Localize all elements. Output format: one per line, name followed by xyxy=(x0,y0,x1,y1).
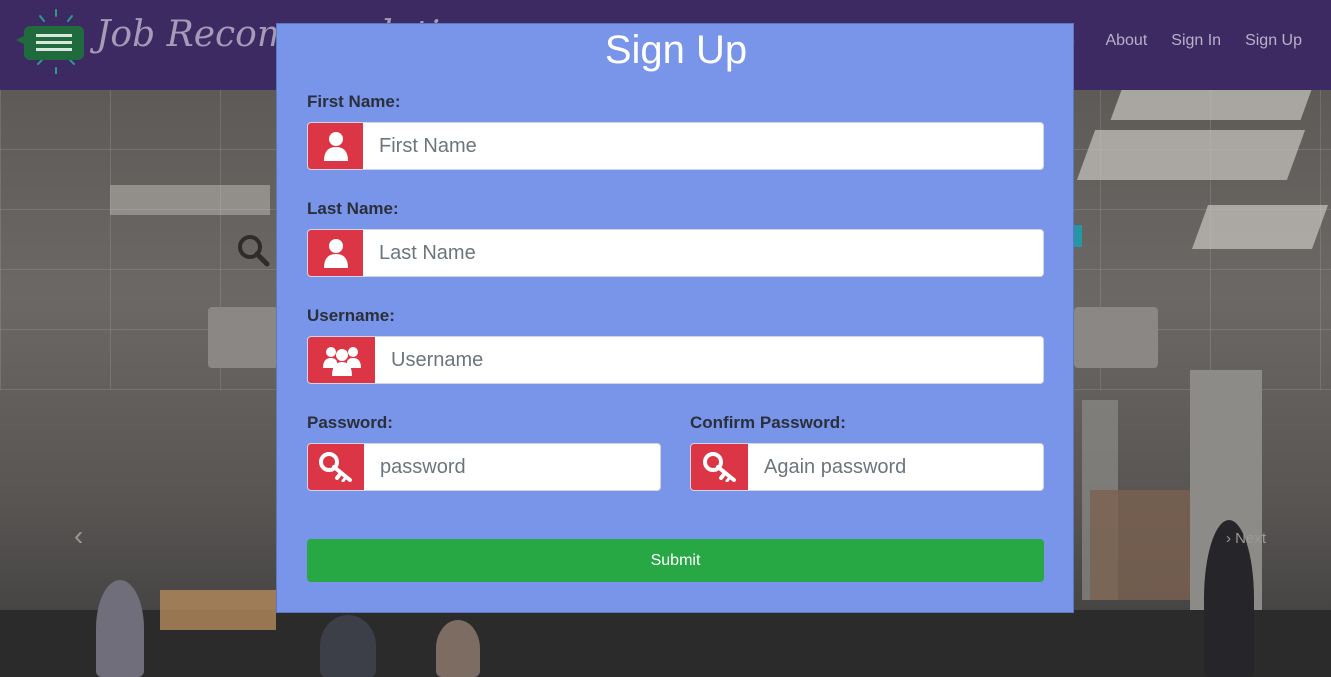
nav-link-about[interactable]: About xyxy=(1105,32,1147,50)
password-label: Password: xyxy=(307,413,393,432)
key-icon xyxy=(691,444,748,490)
password-input[interactable] xyxy=(364,444,660,490)
username-input[interactable] xyxy=(375,337,1043,383)
username-group xyxy=(307,336,1044,384)
user-icon xyxy=(308,123,363,169)
hero-accent xyxy=(1074,225,1082,247)
submit-button[interactable]: Submit xyxy=(307,539,1044,582)
first-name-input[interactable] xyxy=(363,123,1043,169)
confirm-password-group xyxy=(690,443,1044,491)
first-name-group xyxy=(307,122,1044,170)
key-icon xyxy=(308,444,364,490)
last-name-group xyxy=(307,229,1044,277)
last-name-label: Last Name: xyxy=(307,199,399,218)
signup-modal: Sign Up First Name: Last Name: Username:… xyxy=(276,23,1074,613)
search-icon[interactable] xyxy=(236,233,270,267)
confirm-password-input[interactable] xyxy=(748,444,1043,490)
user-icon xyxy=(308,230,363,276)
hero-search-box-right xyxy=(1074,307,1158,368)
ceiling-light xyxy=(1191,205,1329,249)
office-person xyxy=(320,615,376,677)
office-person xyxy=(436,620,480,677)
ceiling-light xyxy=(1110,90,1312,120)
confirm-password-label: Confirm Password: xyxy=(690,413,846,432)
nav-link-sign-in[interactable]: Sign In xyxy=(1171,32,1221,50)
nav-link-sign-up[interactable]: Sign Up xyxy=(1245,32,1302,50)
menu-logo-icon[interactable] xyxy=(16,8,88,75)
password-group xyxy=(307,443,661,491)
last-name-input[interactable] xyxy=(363,230,1043,276)
username-label: Username: xyxy=(307,306,395,325)
hero-search-box xyxy=(208,307,278,368)
office-shelf xyxy=(160,590,276,630)
ceiling-light xyxy=(1076,130,1306,180)
nav-links: About Sign In Sign Up xyxy=(1105,0,1331,82)
carousel-prev-icon[interactable]: ‹ xyxy=(74,520,83,552)
carousel-next-link[interactable]: › Next xyxy=(1226,530,1266,547)
ceiling-light xyxy=(110,185,270,215)
office-person xyxy=(96,580,144,677)
modal-title: Sign Up xyxy=(604,28,748,72)
office-shelf xyxy=(1090,490,1190,600)
users-icon xyxy=(308,337,375,383)
first-name-label: First Name: xyxy=(307,92,401,111)
